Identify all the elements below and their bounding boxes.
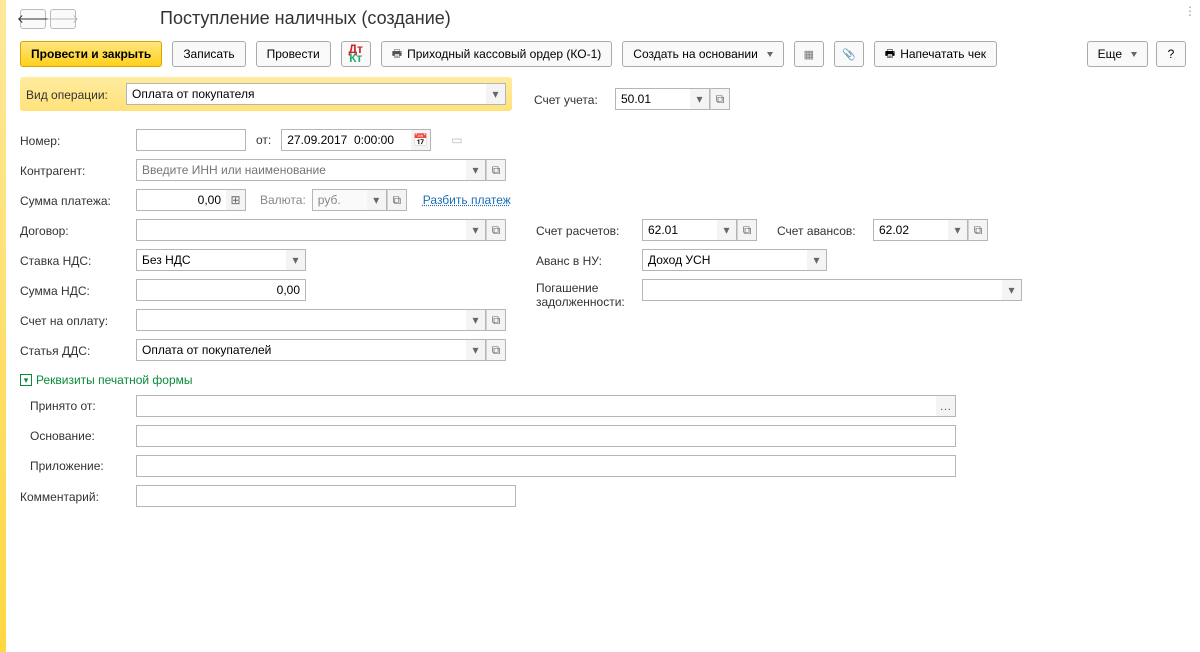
invoice-input[interactable] [136, 309, 466, 331]
invoice-open-button[interactable]: ⧉ [486, 309, 506, 331]
calendar-button[interactable]: 📅 [411, 129, 431, 151]
print-receipt-button[interactable]: 🖶 Напечатать чек [874, 41, 997, 67]
account-input[interactable] [615, 88, 690, 110]
account-label: Счет учета: [534, 91, 609, 107]
debt-input[interactable] [642, 279, 1002, 301]
vat-rate-dropdown-button[interactable]: ▾ [286, 249, 306, 271]
amount-input[interactable] [136, 189, 226, 211]
debt-label: Погашение задолженности: [536, 279, 636, 309]
received-from-label: Принято от: [30, 399, 130, 413]
op-dropdown-button[interactable]: ▾ [486, 83, 506, 105]
attachment-input[interactable] [136, 455, 956, 477]
number-label: Номер: [20, 132, 130, 148]
page-title: Поступление наличных (создание) [160, 8, 451, 29]
create-based-button[interactable]: Создать на основании [622, 41, 784, 67]
calendar-icon: 📅 [413, 133, 428, 147]
post-button[interactable]: Провести [256, 41, 331, 67]
paperclip-icon: 📎 [842, 48, 856, 61]
dds-dropdown-button[interactable]: ▾ [466, 339, 486, 361]
advance-account-dropdown-button[interactable]: ▾ [948, 219, 968, 241]
account-dropdown-button[interactable]: ▾ [690, 88, 710, 110]
dtkt-button[interactable]: ДтКт [341, 41, 371, 67]
dds-label: Статья ДДС: [20, 342, 130, 358]
contract-dropdown-button[interactable]: ▾ [466, 219, 486, 241]
comment-input[interactable] [136, 485, 516, 507]
basis-input[interactable] [136, 425, 956, 447]
currency-open-button[interactable]: ⧉ [387, 189, 407, 211]
vat-sum-label: Сумма НДС: [20, 282, 130, 298]
currency-dropdown-button[interactable]: ▾ [367, 189, 387, 211]
printer-icon: 🖶 [392, 45, 402, 64]
menu-icon[interactable]: ⋮ [1184, 4, 1196, 18]
vat-rate-input[interactable] [136, 249, 286, 271]
save-button[interactable]: Записать [172, 41, 245, 67]
post-close-button[interactable]: Провести и закрыть [20, 41, 162, 67]
amount-label: Сумма платежа: [20, 192, 130, 208]
calculator-icon: ⊞ [230, 193, 240, 207]
number-input[interactable] [136, 129, 246, 151]
help-button[interactable]: ? [1156, 41, 1186, 67]
op-label: Вид операции: [26, 86, 126, 102]
calc-account-open-button[interactable]: ⧉ [737, 219, 757, 241]
forward-button[interactable]: 🡒 [50, 9, 76, 29]
contract-input[interactable] [136, 219, 466, 241]
advance-nu-label: Аванс в НУ: [536, 252, 636, 268]
chevron-down-icon: ▾ [20, 374, 32, 386]
currency-input [312, 189, 367, 211]
invoice-dropdown-button[interactable]: ▾ [466, 309, 486, 331]
printform-collapser[interactable]: ▾ Реквизиты печатной формы [20, 373, 193, 387]
contragent-dropdown-button[interactable]: ▾ [466, 159, 486, 181]
dds-open-button[interactable]: ⧉ [486, 339, 506, 361]
advance-account-input[interactable] [873, 219, 948, 241]
from-label: от: [256, 133, 271, 147]
back-button[interactable]: 🡐 [20, 9, 46, 29]
calc-account-dropdown-button[interactable]: ▾ [717, 219, 737, 241]
print-ko1-button[interactable]: 🖶 Приходный кассовый ордер (КО-1) [381, 41, 613, 67]
invoice-label: Счет на оплату: [20, 312, 130, 328]
received-from-more-button[interactable]: … [936, 395, 956, 417]
contract-label: Договор: [20, 222, 130, 238]
attach-button[interactable]: 📎 [834, 41, 864, 67]
vat-sum-input[interactable] [136, 279, 306, 301]
debt-dropdown-button[interactable]: ▾ [1002, 279, 1022, 301]
calculator-button[interactable]: ⊞ [226, 189, 246, 211]
more-button[interactable]: Еще [1087, 41, 1148, 67]
contract-open-button[interactable]: ⧉ [486, 219, 506, 241]
dds-input[interactable] [136, 339, 466, 361]
related-button[interactable]: ▦ [794, 41, 824, 67]
advance-nu-input[interactable] [642, 249, 807, 271]
received-from-input[interactable] [136, 395, 936, 417]
contragent-open-button[interactable]: ⧉ [486, 159, 506, 181]
receipt-printer-icon: 🖶 [885, 45, 895, 64]
basis-label: Основание: [30, 429, 130, 443]
op-input[interactable] [126, 83, 486, 105]
dtkt-icon: ДтКт [348, 45, 362, 63]
account-open-button[interactable]: ⧉ [710, 88, 730, 110]
vat-rate-label: Ставка НДС: [20, 252, 130, 268]
calc-account-label: Счет расчетов: [536, 222, 636, 238]
contragent-label: Контрагент: [20, 162, 130, 178]
advance-account-open-button[interactable]: ⧉ [968, 219, 988, 241]
related-icon: ▦ [804, 48, 814, 61]
doc-flag: ▭ [451, 133, 462, 147]
comment-label: Комментарий: [20, 488, 130, 504]
currency-label: Валюта: [260, 193, 306, 207]
split-payment-link[interactable]: Разбить платеж [423, 193, 511, 207]
calc-account-input[interactable] [642, 219, 717, 241]
advance-account-label: Счет авансов: [777, 222, 867, 238]
advance-nu-dropdown-button[interactable]: ▾ [807, 249, 827, 271]
attachment-label: Приложение: [30, 459, 130, 473]
contragent-input[interactable] [136, 159, 466, 181]
date-input[interactable] [281, 129, 411, 151]
